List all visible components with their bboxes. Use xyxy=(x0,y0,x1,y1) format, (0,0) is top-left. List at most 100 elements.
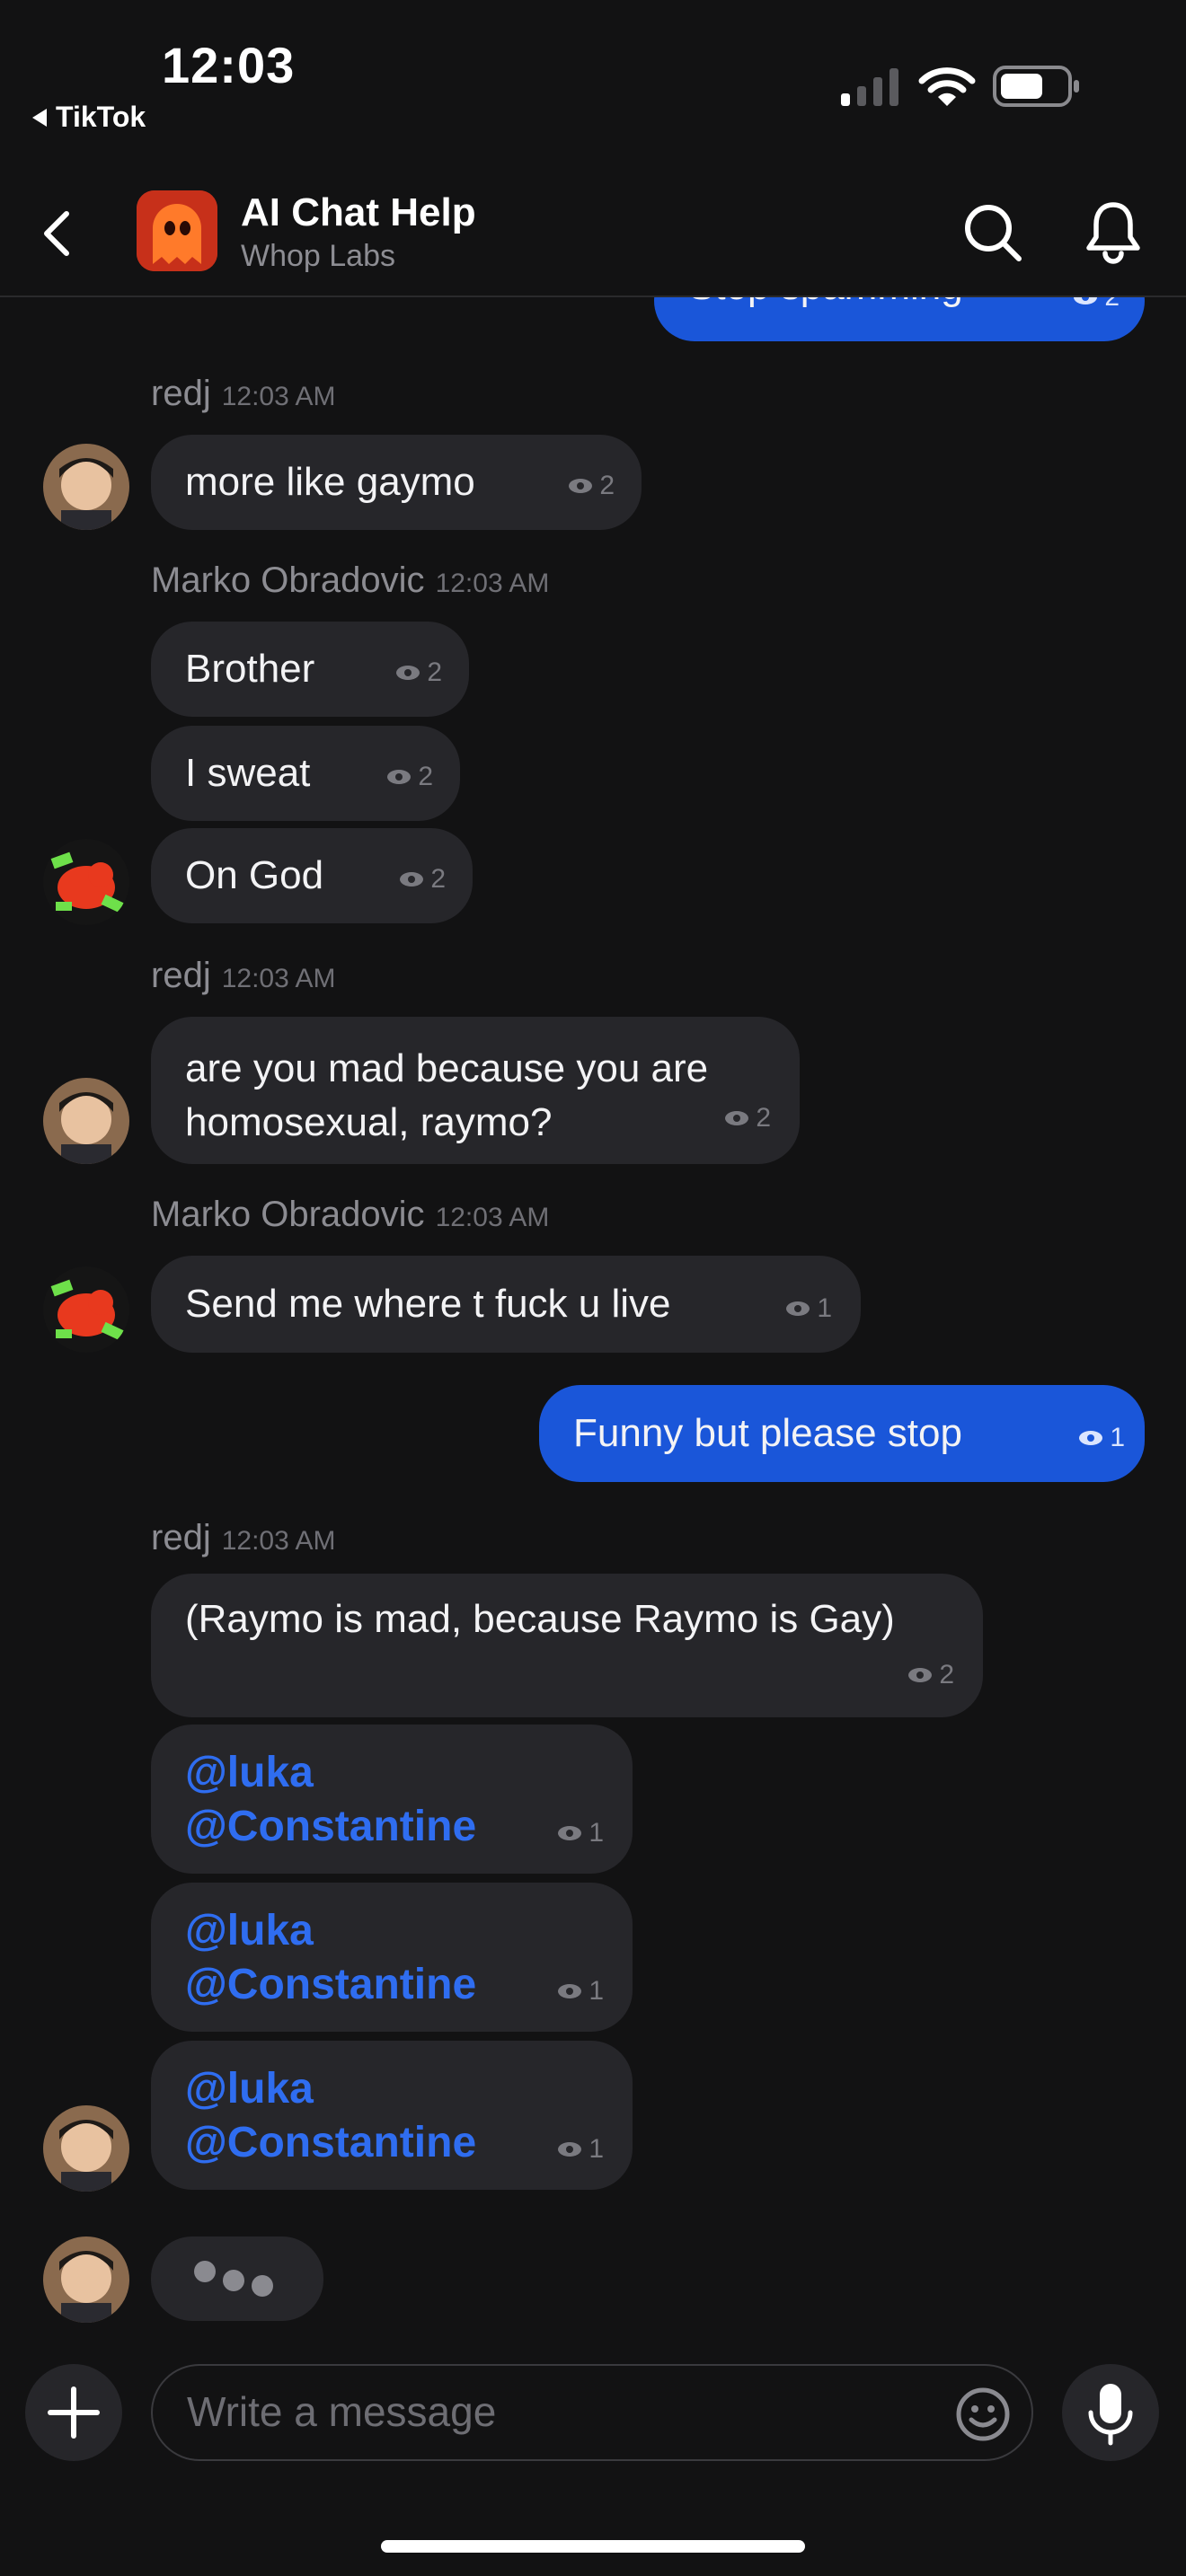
microphone-icon xyxy=(1088,2384,1133,2446)
emoji-icon[interactable] xyxy=(954,2386,1012,2443)
seen-indicator: 1 xyxy=(558,1976,604,2007)
seen-eye-icon xyxy=(1079,1431,1103,1445)
wifi-icon xyxy=(918,67,976,106)
seen-eye-icon xyxy=(1074,297,1098,304)
seen-count: 2 xyxy=(430,864,446,894)
mention-link[interactable]: @Constantine xyxy=(185,1800,476,1854)
home-indicator[interactable] xyxy=(381,2540,805,2553)
seen-count: 2 xyxy=(427,657,442,687)
message-text-line: are you mad because you are xyxy=(185,1046,709,1090)
avatar-redj[interactable] xyxy=(43,444,129,530)
message-text: I sweat xyxy=(185,751,311,795)
message-timestamp: 12:03 AM xyxy=(221,382,336,411)
message-author-row: redj 12:03 AM xyxy=(151,1518,335,1558)
seen-eye-icon xyxy=(558,1984,582,1998)
plus-icon xyxy=(48,2386,100,2439)
seen-indicator: 2 xyxy=(387,762,433,792)
seen-count: 1 xyxy=(1110,1423,1125,1452)
avatar-redj[interactable] xyxy=(43,2105,129,2192)
message-timestamp: 12:03 AM xyxy=(435,569,550,598)
back-triangle-icon xyxy=(32,108,47,127)
message-bubble[interactable]: (Raymo is mad, because Raymo is Gay) 2 xyxy=(151,1574,983,1717)
seen-indicator: 1 xyxy=(558,2134,604,2165)
message-input-placeholder: Write a message xyxy=(187,2388,497,2435)
message-bubble[interactable]: more like gaymo 2 xyxy=(151,435,642,530)
author-name[interactable]: redj xyxy=(151,374,211,413)
message-list[interactable]: Stop spamming 2 redj 12:03 AM more like g… xyxy=(0,297,1186,2345)
seen-eye-icon xyxy=(396,666,420,680)
message-text: Send me where t fuck u live xyxy=(185,1282,671,1326)
message-text: more like gaymo xyxy=(185,460,475,504)
message-bubble[interactable]: I sweat 2 xyxy=(151,726,460,821)
message-bubble[interactable]: are you mad because you are homosexual, … xyxy=(151,1017,800,1164)
seen-eye-icon xyxy=(569,479,593,493)
seen-count: 1 xyxy=(589,1818,604,1848)
own-message-bubble[interactable]: Funny but please stop 1 xyxy=(539,1385,1145,1482)
seen-count: 2 xyxy=(939,1660,954,1689)
seen-eye-icon xyxy=(387,770,412,784)
voice-message-button[interactable] xyxy=(1062,2364,1159,2461)
seen-indicator: 2 xyxy=(725,1103,771,1134)
message-timestamp: 12:03 AM xyxy=(435,1203,550,1232)
mention-link[interactable]: @luka xyxy=(185,1904,476,1958)
back-to-app-link[interactable]: TikTok xyxy=(32,101,146,134)
message-text: Stop spamming xyxy=(688,297,963,309)
message-bubble[interactable]: On God 2 xyxy=(151,828,473,923)
seen-indicator: 1 xyxy=(1079,1423,1125,1453)
seen-count: 2 xyxy=(599,471,615,500)
battery-icon xyxy=(993,66,1079,107)
seen-count: 2 xyxy=(756,1103,771,1133)
back-chevron-icon[interactable] xyxy=(40,208,75,259)
author-name[interactable]: Marko Obradovic xyxy=(151,560,425,600)
mention-link[interactable]: @luka xyxy=(185,2062,476,2116)
avatar-redj[interactable] xyxy=(43,1078,129,1164)
back-app-label: TikTok xyxy=(56,101,146,133)
message-text: Funny but please stop xyxy=(573,1411,962,1455)
message-bubble[interactable]: Brother 2 xyxy=(151,622,469,717)
message-author-row: Marko Obradovic 12:03 AM xyxy=(151,1195,549,1235)
avatar-marko[interactable] xyxy=(43,839,129,925)
add-attachment-button[interactable] xyxy=(25,2364,122,2461)
avatar-redj[interactable] xyxy=(43,2236,129,2323)
ghost-logo-icon xyxy=(137,190,217,271)
seen-indicator: 2 xyxy=(908,1660,954,1690)
seen-indicator: 2 xyxy=(569,471,615,501)
seen-eye-icon xyxy=(786,1301,810,1316)
mention-message-bubble[interactable]: @luka @Constantine 1 xyxy=(151,1883,633,2032)
status-time: 12:03 xyxy=(162,37,296,93)
app-avatar xyxy=(137,190,217,271)
mention-link[interactable]: @Constantine xyxy=(185,2116,476,2170)
avatar-marko[interactable] xyxy=(43,1266,129,1353)
seen-indicator: 1 xyxy=(558,1818,604,1848)
mention-message-bubble[interactable]: @luka @Constantine 1 xyxy=(151,1725,633,1874)
author-name[interactable]: Marko Obradovic xyxy=(151,1195,425,1234)
seen-count: 1 xyxy=(589,2134,604,2164)
seen-eye-icon xyxy=(558,2142,582,2157)
seen-count: 2 xyxy=(1104,297,1120,313)
seen-indicator: 1 xyxy=(786,1293,832,1324)
message-author-row: redj 12:03 AM xyxy=(151,956,335,996)
bell-icon[interactable] xyxy=(1084,199,1143,264)
mention-message-bubble[interactable]: @luka @Constantine 1 xyxy=(151,2041,633,2190)
author-name[interactable]: redj xyxy=(151,956,211,995)
message-author-row: redj 12:03 AM xyxy=(151,374,335,414)
message-text: On God xyxy=(185,853,324,897)
message-timestamp: 12:03 AM xyxy=(221,1526,336,1556)
search-icon[interactable] xyxy=(961,201,1024,264)
message-text-line: homosexual, raymo? xyxy=(185,1100,553,1144)
typing-indicator xyxy=(151,2236,323,2321)
seen-eye-icon xyxy=(558,1826,582,1840)
message-text: (Raymo is mad, because Raymo is Gay) xyxy=(185,1597,895,1641)
mention-link[interactable]: @Constantine xyxy=(185,1958,476,2012)
mention-link[interactable]: @luka xyxy=(185,1746,476,1800)
chat-subtitle: Whop Labs xyxy=(241,239,395,273)
seen-indicator: 2 xyxy=(1074,297,1120,313)
seen-indicator: 2 xyxy=(396,657,442,688)
own-message-bubble[interactable]: Stop spamming 2 xyxy=(654,297,1145,341)
seen-eye-icon xyxy=(725,1111,749,1125)
seen-count: 1 xyxy=(589,1976,604,2006)
author-name[interactable]: redj xyxy=(151,1518,211,1557)
message-bubble[interactable]: Send me where t fuck u live 1 xyxy=(151,1256,861,1353)
message-text: Brother xyxy=(185,647,315,691)
message-timestamp: 12:03 AM xyxy=(221,964,336,993)
